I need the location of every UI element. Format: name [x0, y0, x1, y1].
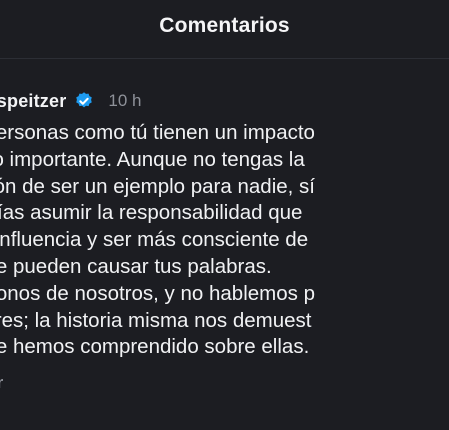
page-title: Comentarios [159, 14, 290, 37]
comment-line: er, personas como tú tienen un impacto [0, 121, 315, 144]
comment-body: er, personas como tú tienen un impacto i… [0, 120, 449, 361]
comment-line: nujeres; la historia misma nos demuest [0, 308, 312, 332]
reply-button[interactable]: onder [0, 373, 449, 393]
comments-sheet: Comentarios ndrospeitzer 10 h er, person… [0, 0, 449, 430]
comment-line: podrías asumir la responsabilidad que [0, 201, 303, 225]
comment-line: gación de ser un ejemplo para nadie, sí [0, 174, 315, 198]
comment-line: iático importante. Aunque no tengas la [0, 147, 305, 171]
comment-item: ndrospeitzer 10 h er, personas como tú t… [0, 88, 449, 393]
comment-line: esa influencia y ser más consciente de [0, 228, 309, 252]
comment-line: o que hemos comprendido sobre ellas. [0, 335, 310, 359]
comment-line: o que pueden causar tus palabras. [0, 254, 272, 278]
comment-time: 10 h [108, 91, 142, 110]
comment-line: pémonos de nosotros, y no hablemos p [0, 281, 315, 305]
verified-badge-icon [74, 91, 94, 111]
comment-username[interactable]: ndrospeitzer [0, 91, 66, 112]
comment-meta: ndrospeitzer 10 h [0, 88, 449, 114]
header-divider [0, 58, 449, 59]
